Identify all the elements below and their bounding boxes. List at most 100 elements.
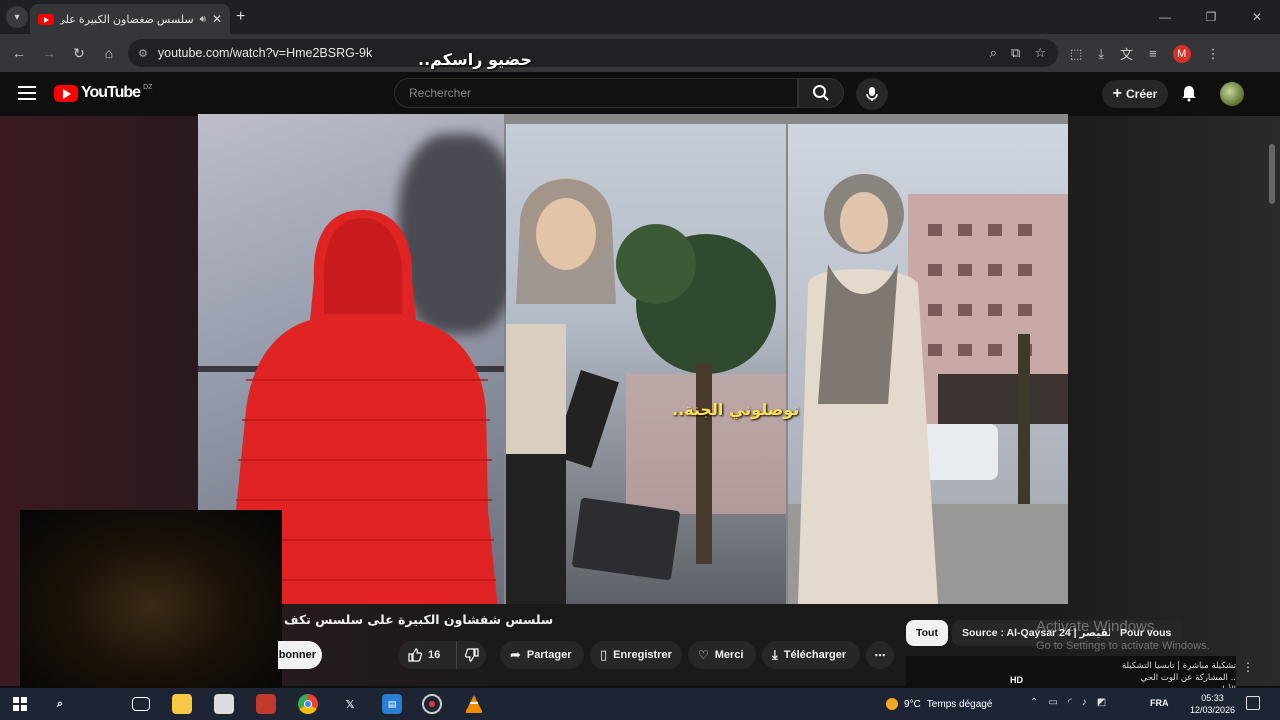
share-label: Partager (526, 649, 572, 661)
create-label: Créer (1125, 87, 1158, 101)
microphone-icon (866, 87, 878, 101)
like-button[interactable]: 16 (398, 641, 456, 669)
download-icon[interactable]: ⤓ (1098, 46, 1104, 62)
system-tray: ⌃ ▭ ◜ ♪ ◩ (1030, 697, 1106, 708)
subscribe-button[interactable]: Abonner (278, 641, 322, 669)
minimize-button[interactable]: — (1142, 10, 1188, 24)
battery-icon[interactable]: ▭ (1048, 697, 1057, 708)
window-controls: — ❐ ✕ (1142, 0, 1280, 34)
reload-icon[interactable]: ↻ (64, 45, 94, 62)
clock[interactable]: 05:33 12/03/2026 (1190, 692, 1235, 716)
forward-arrow-icon[interactable]: → (34, 45, 64, 61)
tab-audio-icon[interactable]: 🔊︎ (200, 14, 206, 25)
tab-title: سلسس ضغضاون الكبيرة على (60, 13, 194, 26)
tab-close-icon[interactable]: ✕ (212, 12, 222, 26)
video-caption-bottom: توصلوني الجنة.. (672, 400, 800, 419)
thanks-label: Merci (714, 649, 744, 661)
bookmark-icon: ▯ (600, 647, 608, 662)
notification-center-icon[interactable] (1246, 696, 1260, 710)
profile-avatar-icon[interactable]: M (1172, 44, 1191, 63)
volume-icon[interactable]: ♪ (1082, 697, 1087, 708)
share-button[interactable]: ➦ Partager (500, 641, 584, 669)
more-actions-button[interactable]: ⋯ (866, 641, 894, 669)
search-button[interactable] (798, 78, 844, 108)
back-arrow-icon[interactable]: ← (4, 45, 34, 61)
clock-date: 12/03/2026 (1190, 705, 1236, 715)
file-explorer-icon[interactable] (172, 694, 192, 714)
weather-description: Temps dégagé (926, 698, 993, 710)
tray-app-icon[interactable]: ◩ (1097, 697, 1106, 708)
close-window-button[interactable]: ✕ (1234, 10, 1280, 24)
weather-widget[interactable]: 9°C Temps dégagé (886, 688, 992, 720)
browser-menu-icon[interactable]: ⋮ (1207, 46, 1220, 62)
dislike-button[interactable] (456, 641, 486, 669)
extensions-icon[interactable]: ⬚ (1070, 46, 1082, 62)
video-panel-middle (506, 124, 786, 604)
hd-badge: HD (1010, 675, 1023, 685)
youtube-wordmark: YouTube (81, 84, 141, 101)
task-view-icon[interactable] (132, 697, 150, 711)
youtube-favicon-icon (38, 13, 54, 25)
weather-temp: 9°C (904, 698, 921, 710)
input-language[interactable]: FRA (1150, 698, 1169, 708)
save-button[interactable]: ▯ Enregistrer (590, 641, 682, 669)
bookmark-star-icon[interactable]: ☆ (1034, 45, 1046, 61)
country-code: DZ (143, 84, 153, 91)
save-label: Enregistrer (613, 649, 672, 661)
zoom-icon[interactable]: ⌕ (990, 45, 997, 61)
translate-icon[interactable]: 文 (1120, 44, 1133, 63)
youtube-play-icon (54, 84, 78, 102)
recorder-icon[interactable] (422, 694, 442, 714)
video-panel-right (788, 124, 1068, 604)
store-icon[interactable] (214, 694, 234, 714)
windows-activation-watermark: Activate Windows (1036, 618, 1155, 635)
thumbs-down-icon (464, 648, 479, 662)
download-button[interactable]: ⤓ Télécharger (762, 641, 860, 669)
maximize-button[interactable]: ❐ (1188, 10, 1234, 24)
youtube-logo[interactable]: YouTube DZ (54, 84, 152, 102)
download-arrow-icon: ⤓ (772, 647, 778, 662)
reading-icon[interactable]: ≡ (1149, 46, 1157, 61)
mail-icon[interactable] (256, 694, 276, 714)
search-input[interactable]: Rechercher (394, 78, 798, 108)
page-scrollbar[interactable] (1268, 116, 1276, 686)
suggested-video-menu-icon[interactable]: ⋮ (1242, 660, 1254, 674)
windows-activation-subtext: Go to Settings to activate Windows. (1036, 640, 1210, 652)
site-info-icon[interactable]: ⚙ (138, 47, 148, 60)
url-text: youtube.com/watch?v=Hme2BSRG-9k (157, 46, 373, 60)
tab-search-button[interactable]: ▾ (6, 6, 28, 28)
start-windows-icon[interactable] (10, 694, 30, 714)
notifications-bell-icon[interactable] (1180, 84, 1198, 102)
create-button[interactable]: + Créer (1102, 80, 1168, 108)
home-icon[interactable]: ⌂ (94, 45, 124, 61)
miniplayer-overlay[interactable] (20, 510, 282, 704)
tray-expand-icon[interactable]: ⌃ (1030, 697, 1038, 708)
search-icon (813, 85, 829, 101)
vlc-icon[interactable] (464, 694, 484, 714)
browser-tab-active[interactable]: سلسس ضغضاون الكبيرة على 🔊︎ ✕ (30, 4, 230, 34)
weather-sun-icon (886, 698, 898, 710)
chrome-icon[interactable] (298, 694, 318, 714)
app-icon-blue[interactable]: ▤ (382, 694, 402, 714)
windows-taskbar: ⌕ 𝕏 ▤ 9°C Temps dégagé ⌃ ▭ ◜ ♪ ◩ FRA 05:… (0, 688, 1280, 720)
chip-all[interactable]: Tout (906, 620, 948, 646)
hamburger-menu-icon[interactable] (18, 86, 36, 100)
heart-dollar-icon: ♡ (698, 648, 709, 662)
browser-toolbar: ← → ↻ ⌂ ⚙ youtube.com/watch?v=Hme2BSRG-9… (0, 34, 1280, 72)
voice-search-button[interactable] (856, 78, 888, 110)
account-avatar[interactable] (1220, 82, 1244, 106)
x-twitter-icon[interactable]: 𝕏 (340, 694, 360, 714)
cast-icon[interactable]: ⧉ (1011, 45, 1020, 61)
browser-tabbar: ▾ سلسس ضغضاون الكبيرة على 🔊︎ ✕ + — ❐ ✕ (0, 0, 1280, 34)
address-bar[interactable]: ⚙ youtube.com/watch?v=Hme2BSRG-9k ⌕ ⧉ ☆ (128, 39, 1058, 67)
network-icon[interactable]: ◜ (1068, 697, 1072, 708)
new-tab-button[interactable]: + (236, 8, 245, 26)
share-arrow-icon: ➦ (510, 647, 521, 662)
download-label: Télécharger (783, 649, 847, 661)
thanks-button[interactable]: ♡ Merci (688, 641, 756, 669)
youtube-header: YouTube DZ Rechercher + Créer (0, 72, 1280, 116)
video-player[interactable] (198, 114, 1068, 604)
thumbs-up-icon (408, 648, 422, 662)
video-caption-top: حضيو راسكم.. (418, 50, 532, 69)
search-taskbar-icon[interactable]: ⌕ (50, 694, 70, 714)
